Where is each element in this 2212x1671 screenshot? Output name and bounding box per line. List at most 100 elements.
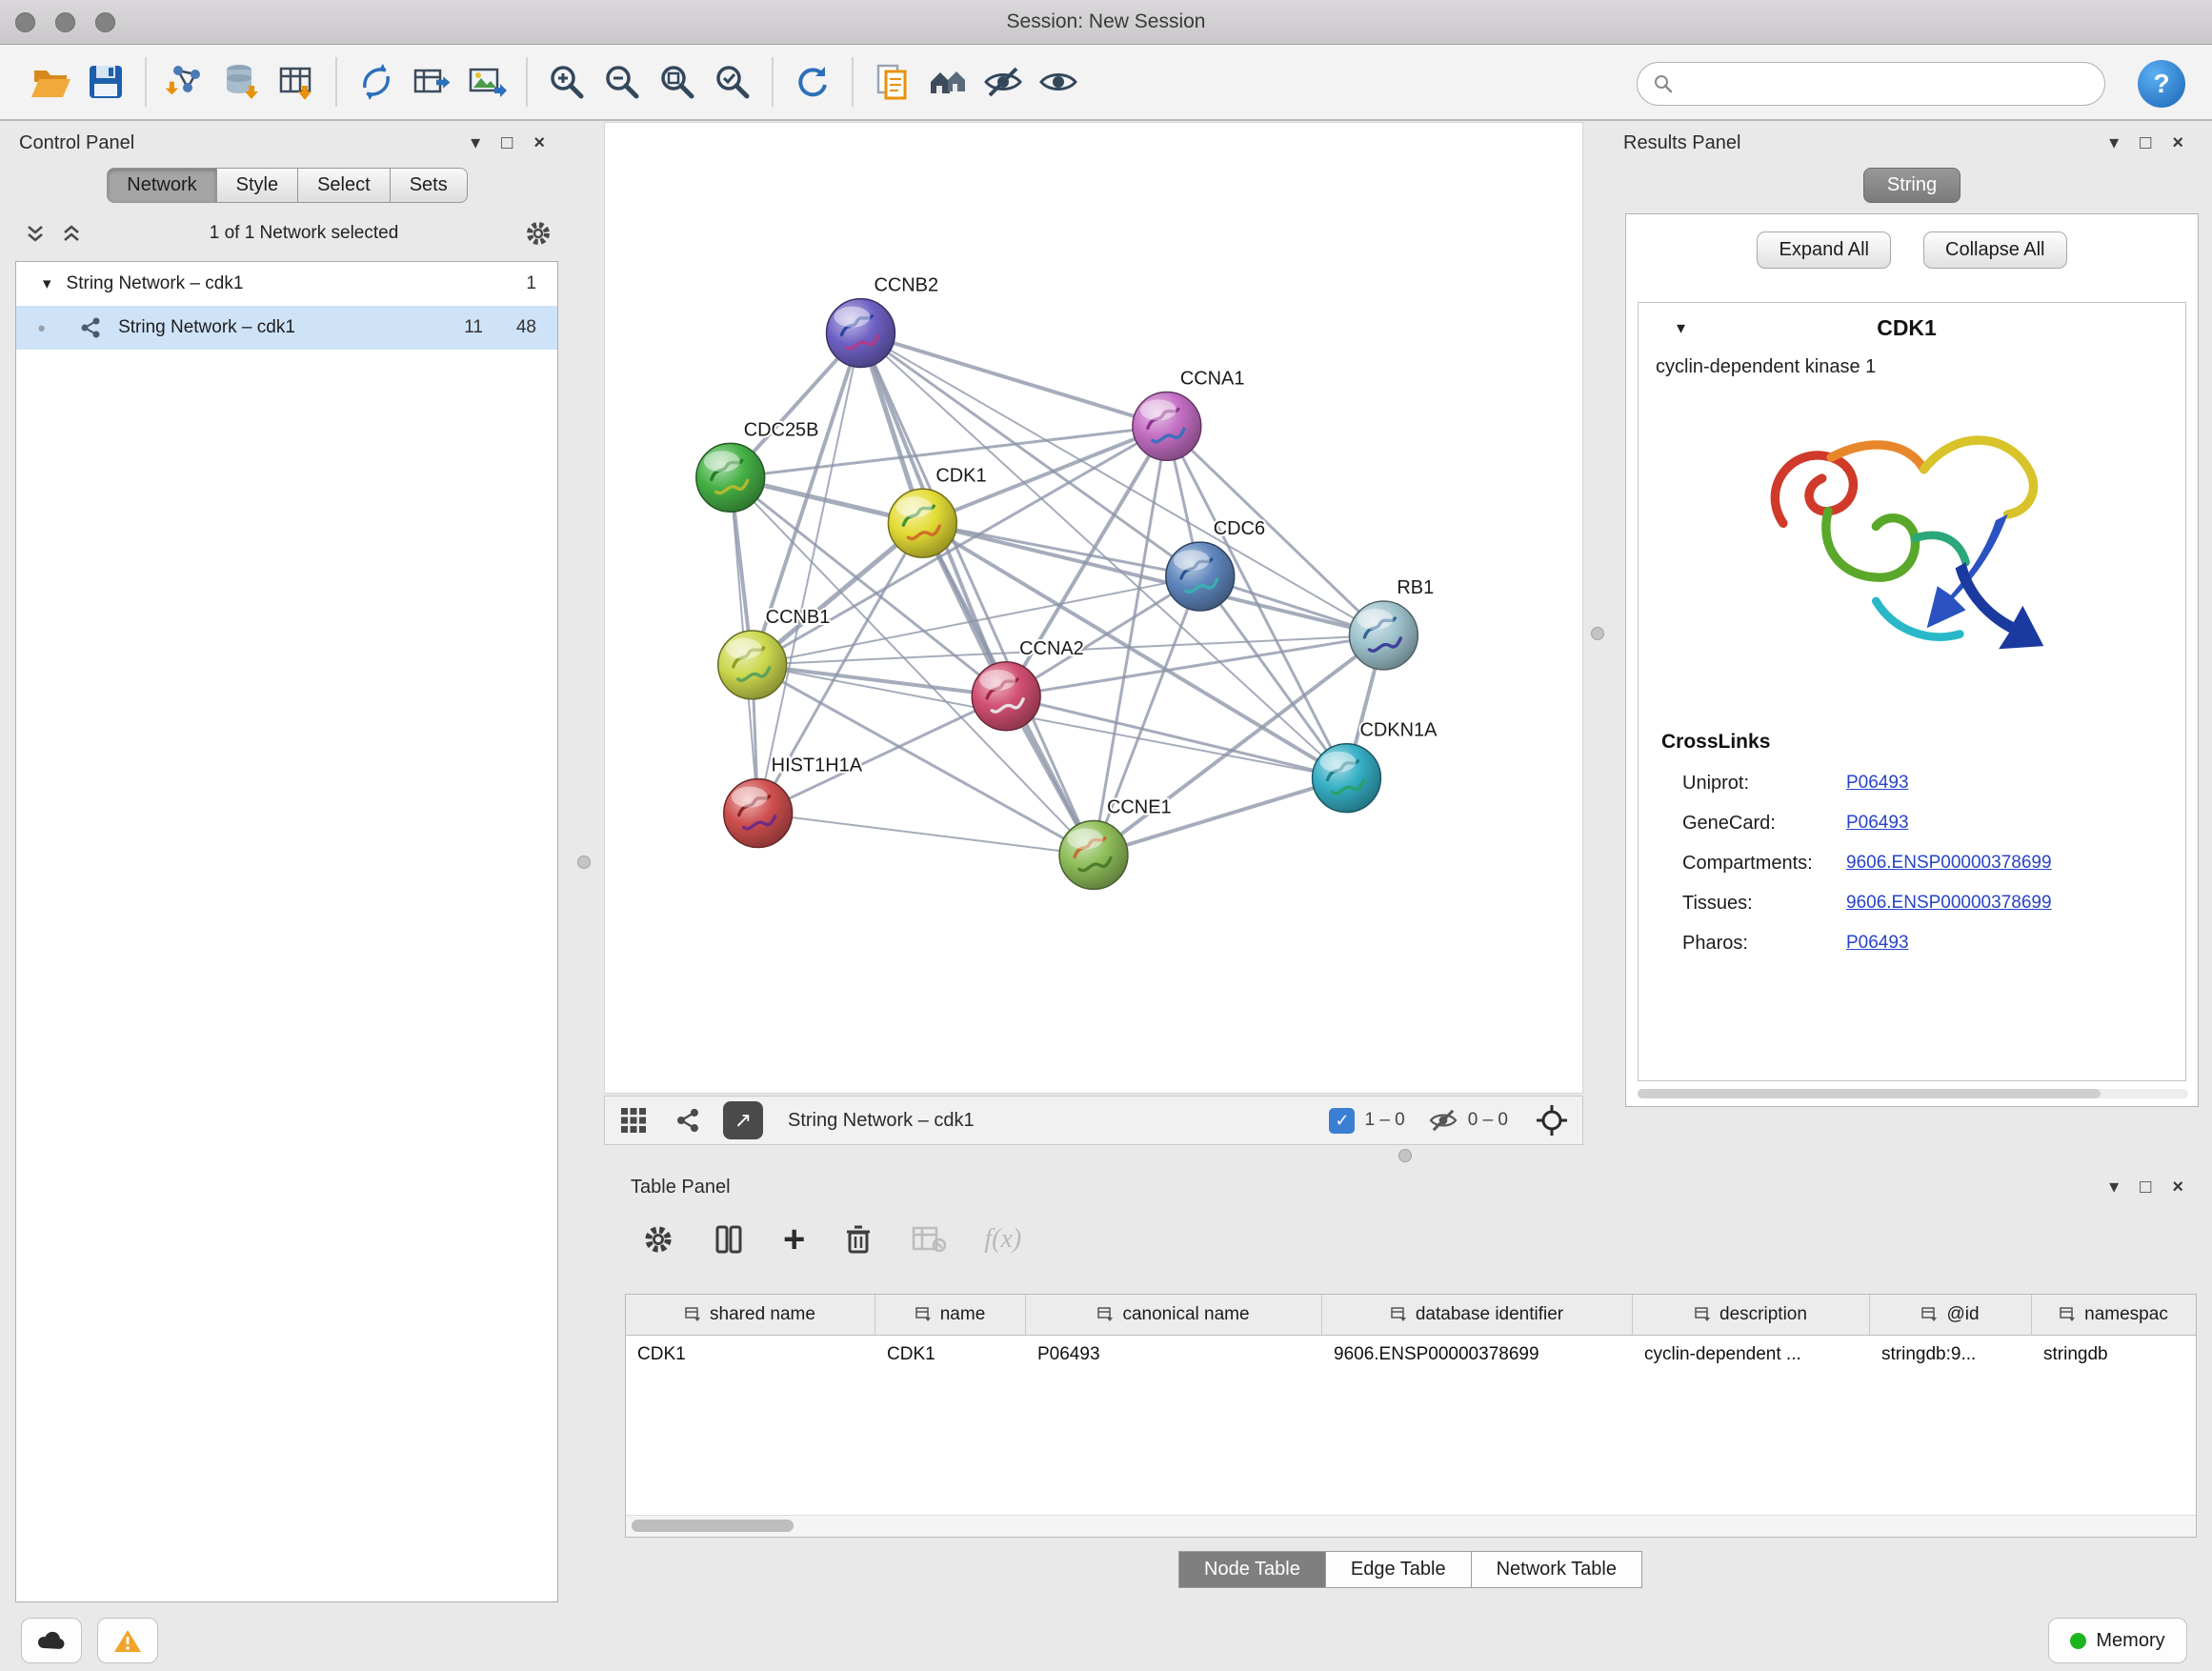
table-horizontal-scrollbar[interactable] bbox=[626, 1515, 2196, 1537]
zoom-fit-button[interactable] bbox=[650, 53, 705, 111]
network-row-selected[interactable]: ● String Network – cdk1 11 48 bbox=[16, 306, 557, 350]
collapse-all-tree-icon[interactable] bbox=[59, 221, 84, 246]
tab-node-table[interactable]: Node Table bbox=[1178, 1551, 1326, 1588]
panel-close-icon[interactable]: × bbox=[2172, 133, 2183, 152]
import-network-file-button[interactable] bbox=[158, 53, 213, 111]
expand-all-tree-icon[interactable] bbox=[23, 221, 48, 246]
column-header-shared-name[interactable]: shared name bbox=[626, 1295, 875, 1335]
detach-view-button[interactable]: ↗ bbox=[723, 1101, 763, 1139]
network-share-icon[interactable] bbox=[674, 1106, 702, 1135]
crosslink-genecard-link[interactable]: P06493 bbox=[1846, 813, 1909, 834]
network-graph[interactable]: CCNB2CCNA1CDC25BCDK1CDC6RB1CCNB1CCNA2CDK… bbox=[605, 123, 1582, 1093]
collapse-all-button[interactable]: Collapse All bbox=[1923, 232, 2067, 269]
edge-CCNB2-HIST1H1A[interactable] bbox=[758, 333, 861, 814]
column-header-name[interactable]: name bbox=[875, 1295, 1026, 1335]
node-CDK1[interactable] bbox=[888, 489, 956, 557]
save-session-button[interactable] bbox=[78, 53, 133, 111]
string-results-tab[interactable]: String bbox=[1863, 168, 1961, 203]
caret-down-icon[interactable]: ▾ bbox=[1677, 318, 1685, 338]
node-CDC25B[interactable] bbox=[696, 443, 765, 512]
column-header-database-identifier[interactable]: database identifier bbox=[1322, 1295, 1633, 1335]
panel-float-icon[interactable]: □ bbox=[2140, 133, 2151, 152]
right-splitter-handle[interactable] bbox=[1591, 627, 1604, 640]
cell-name[interactable]: CDK1 bbox=[875, 1344, 1026, 1365]
crosslink-pharos-link[interactable]: P06493 bbox=[1846, 933, 1909, 954]
bottom-splitter-handle[interactable] bbox=[1398, 1149, 1412, 1162]
node-HIST1H1A[interactable] bbox=[724, 779, 793, 848]
help-button[interactable]: ? bbox=[2138, 60, 2185, 108]
column-header-description[interactable]: description bbox=[1633, 1295, 1870, 1335]
network-collection-row[interactable]: ▾ String Network – cdk1 1 bbox=[16, 262, 557, 306]
open-session-button[interactable] bbox=[23, 53, 78, 111]
hide-selection-button[interactable] bbox=[975, 53, 1031, 111]
warnings-button[interactable] bbox=[97, 1618, 158, 1663]
selected-checkbox-icon[interactable]: ✓ bbox=[1329, 1108, 1355, 1134]
search-input[interactable] bbox=[1683, 72, 2089, 95]
edge-CCNB2-CCNE1[interactable] bbox=[860, 333, 1094, 856]
edge-HIST1H1A-CCNE1[interactable] bbox=[758, 814, 1094, 856]
tab-style[interactable]: Style bbox=[216, 168, 298, 203]
panel-close-icon[interactable]: × bbox=[533, 133, 545, 152]
node-CCNB2[interactable] bbox=[827, 299, 895, 368]
tab-edge-table[interactable]: Edge Table bbox=[1325, 1551, 1472, 1588]
apply-layout-button[interactable] bbox=[349, 53, 404, 111]
tab-network-table[interactable]: Network Table bbox=[1471, 1551, 1642, 1588]
table-row[interactable]: CDK1 CDK1 P06493 9606.ENSP00000378699 cy… bbox=[626, 1336, 2196, 1374]
cell-id[interactable]: stringdb:9... bbox=[1870, 1344, 2032, 1365]
column-header-namespace[interactable]: namespac bbox=[2032, 1295, 2196, 1335]
cell-shared-name[interactable]: CDK1 bbox=[626, 1344, 875, 1365]
crosshair-move-icon[interactable] bbox=[1535, 1103, 1569, 1137]
home-networks-button[interactable] bbox=[920, 53, 975, 111]
node-CCNB1[interactable] bbox=[718, 631, 787, 699]
cell-canonical-name[interactable]: P06493 bbox=[1026, 1344, 1322, 1365]
node-RB1[interactable] bbox=[1349, 601, 1418, 670]
search-box[interactable] bbox=[1637, 62, 2105, 106]
refresh-button[interactable] bbox=[785, 53, 840, 111]
panel-menu-icon[interactable]: ▾ bbox=[2109, 1178, 2119, 1197]
column-header-id[interactable]: @id bbox=[1870, 1295, 2032, 1335]
cell-namespace[interactable]: stringdb bbox=[2032, 1344, 2196, 1365]
export-image-button[interactable] bbox=[459, 53, 514, 111]
zoom-out-button[interactable] bbox=[594, 53, 650, 111]
import-network-database-button[interactable] bbox=[213, 53, 269, 111]
edge-CCNB2-CCNA1[interactable] bbox=[860, 333, 1166, 427]
panel-menu-icon[interactable]: ▾ bbox=[2109, 133, 2119, 152]
column-header-canonical-name[interactable]: canonical name bbox=[1026, 1295, 1322, 1335]
table-settings-button[interactable] bbox=[642, 1223, 674, 1256]
memory-button[interactable]: Memory bbox=[2048, 1618, 2187, 1663]
node-CDKN1A[interactable] bbox=[1313, 744, 1381, 813]
add-column-button[interactable]: + bbox=[783, 1225, 805, 1254]
zoom-in-button[interactable] bbox=[539, 53, 594, 111]
node-CCNA2[interactable] bbox=[972, 662, 1040, 731]
network-view[interactable]: CCNB2CCNA1CDC25BCDK1CDC6RB1CCNB1CCNA2CDK… bbox=[604, 122, 1583, 1094]
crosslink-uniprot-link[interactable]: P06493 bbox=[1846, 773, 1909, 794]
cell-description[interactable]: cyclin-dependent ... bbox=[1633, 1344, 1870, 1365]
crosslink-tissues-link[interactable]: 9606.ENSP00000378699 bbox=[1846, 893, 2052, 914]
delete-column-button[interactable] bbox=[843, 1223, 874, 1256]
crosslink-compartments-link[interactable]: 9606.ENSP00000378699 bbox=[1846, 853, 2052, 874]
protein-section-header[interactable]: ▾ CDK1 bbox=[1639, 303, 2185, 352]
import-table-file-button[interactable] bbox=[269, 53, 324, 111]
gear-icon[interactable] bbox=[524, 219, 553, 248]
node-CCNA1[interactable] bbox=[1133, 392, 1201, 460]
edge-CCNB1-CCNA2[interactable] bbox=[753, 665, 1006, 696]
expand-all-button[interactable]: Expand All bbox=[1757, 232, 1891, 269]
results-scrollbar[interactable] bbox=[1638, 1089, 2188, 1098]
cloud-status-button[interactable] bbox=[21, 1618, 82, 1663]
zoom-selected-button[interactable] bbox=[705, 53, 760, 111]
cell-database-identifier[interactable]: 9606.ENSP00000378699 bbox=[1322, 1344, 1633, 1365]
panel-float-icon[interactable]: □ bbox=[2140, 1178, 2151, 1197]
left-splitter-handle[interactable] bbox=[577, 856, 591, 869]
caret-down-icon[interactable]: ▾ bbox=[43, 274, 51, 293]
panel-float-icon[interactable]: □ bbox=[501, 133, 513, 152]
show-columns-button[interactable] bbox=[713, 1223, 745, 1256]
node-CCNE1[interactable] bbox=[1059, 821, 1128, 890]
tab-sets[interactable]: Sets bbox=[390, 168, 468, 203]
panel-menu-icon[interactable]: ▾ bbox=[471, 133, 480, 152]
birdseye-grid-icon[interactable] bbox=[618, 1105, 649, 1136]
panel-close-icon[interactable]: × bbox=[2172, 1178, 2183, 1197]
copy-document-button[interactable] bbox=[865, 53, 920, 111]
export-network-button[interactable] bbox=[404, 53, 459, 111]
show-selection-button[interactable] bbox=[1031, 53, 1086, 111]
tab-network[interactable]: Network bbox=[107, 168, 216, 203]
